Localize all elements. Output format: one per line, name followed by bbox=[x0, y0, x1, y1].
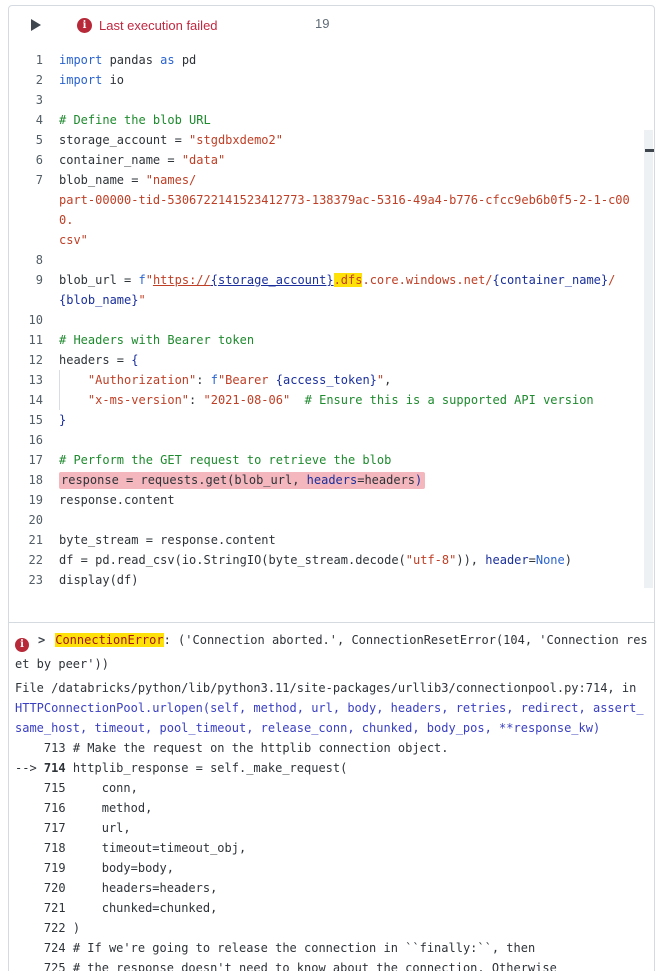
code-line[interactable]: 15} bbox=[9, 410, 640, 430]
line-number: 20 bbox=[9, 510, 59, 530]
code-line[interactable]: 16 bbox=[9, 430, 640, 450]
line-number: 2 bbox=[9, 70, 59, 90]
line-number: 9 bbox=[9, 270, 59, 290]
code-line[interactable]: 14"x-ms-version": "2021-08-06" # Ensure … bbox=[9, 390, 640, 410]
traceback-line: 724 # If we're going to release the conn… bbox=[15, 938, 650, 958]
line-number: 5 bbox=[9, 130, 59, 150]
traceback-line: 721 chunked=chunked, bbox=[15, 898, 650, 918]
line-number: 6 bbox=[9, 150, 59, 170]
run-cell-play-icon[interactable] bbox=[31, 19, 41, 31]
line-number: 14 bbox=[9, 390, 59, 410]
traceback-line: 720 headers=headers, bbox=[15, 878, 650, 898]
traceback-context: 713 # Make the request on the httplib co… bbox=[15, 738, 650, 971]
line-number: 7 bbox=[9, 170, 59, 190]
indent-guide bbox=[59, 370, 88, 390]
indent-guide bbox=[59, 390, 88, 410]
line-number: 19 bbox=[9, 490, 59, 510]
code-line[interactable]: part-00000-tid-5306722141523412773-13837… bbox=[9, 190, 640, 230]
cell-output: i>ConnectionError: ('Connection aborted.… bbox=[9, 622, 654, 971]
line-number: 13 bbox=[9, 370, 59, 390]
code-line[interactable]: csv" bbox=[9, 230, 640, 250]
expand-traceback-chevron-icon[interactable]: > bbox=[38, 633, 45, 647]
traceback-line: 713 # Make the request on the httplib co… bbox=[15, 738, 650, 758]
line-number: 8 bbox=[9, 250, 59, 270]
code-line[interactable]: {blob_name}" bbox=[9, 290, 640, 310]
code-line[interactable]: 2import io bbox=[9, 70, 640, 90]
editor-scrollbar[interactable] bbox=[644, 130, 653, 588]
line-number: 17 bbox=[9, 450, 59, 470]
traceback-line: 725 # the response doesn't need to know … bbox=[15, 958, 650, 971]
code-line[interactable]: 22df = pd.read_csv(io.StringIO(byte_stre… bbox=[9, 550, 640, 570]
code-line[interactable]: 21byte_stream = response.content bbox=[9, 530, 640, 550]
traceback-line: 719 body=body, bbox=[15, 858, 650, 878]
line-number: 23 bbox=[9, 570, 59, 590]
code-line[interactable]: 9blob_url = f"https://{storage_account}.… bbox=[9, 270, 640, 290]
traceback-line: 718 timeout=timeout_obj, bbox=[15, 838, 650, 858]
code-line[interactable]: 12headers = { bbox=[9, 350, 640, 370]
code-line[interactable]: 5storage_account = "stgdbxdemo2" bbox=[9, 130, 640, 150]
traceback-line: 717 url, bbox=[15, 818, 650, 838]
line-number: 18 bbox=[9, 470, 59, 490]
code-line[interactable]: 7blob_name = "names/ bbox=[9, 170, 640, 190]
code-line[interactable]: 8 bbox=[9, 250, 640, 270]
scrollbar-marker bbox=[645, 149, 654, 152]
line-number: 3 bbox=[9, 90, 59, 110]
code-editor[interactable]: 1import pandas as pd2import io34# Define… bbox=[9, 44, 654, 622]
line-number: 21 bbox=[9, 530, 59, 550]
traceback-line: 715 conn, bbox=[15, 778, 650, 798]
error-info-icon: i bbox=[77, 18, 92, 33]
code-line[interactable]: 18response = requests.get(blob_url, head… bbox=[9, 470, 640, 490]
code-line[interactable]: 17# Perform the GET request to retrieve … bbox=[9, 450, 640, 470]
code-line[interactable]: 11# Headers with Bearer token bbox=[9, 330, 640, 350]
code-lines: 1import pandas as pd2import io34# Define… bbox=[9, 50, 640, 590]
line-number bbox=[9, 190, 59, 230]
traceback-file-path: File /databricks/python/lib/python3.11/s… bbox=[15, 681, 644, 695]
error-info-icon: i bbox=[15, 638, 29, 652]
error-highlighted-line: response = requests.get(blob_url, header… bbox=[59, 472, 425, 489]
code-line[interactable]: 4# Define the blob URL bbox=[9, 110, 640, 130]
execution-count: 19 bbox=[315, 16, 329, 31]
code-line[interactable]: 6container_name = "data" bbox=[9, 150, 640, 170]
traceback-function-signature: HTTPConnectionPool.urlopen(self, method,… bbox=[15, 701, 644, 735]
line-number: 12 bbox=[9, 350, 59, 370]
line-number: 1 bbox=[9, 50, 59, 70]
execution-status: i Last execution failed bbox=[77, 18, 218, 33]
code-line[interactable]: 3 bbox=[9, 90, 640, 110]
traceback-line: 722 ) bbox=[15, 918, 650, 938]
line-number bbox=[9, 290, 59, 310]
line-number: 11 bbox=[9, 330, 59, 350]
error-type-highlighted: ConnectionError bbox=[55, 633, 163, 647]
line-number: 22 bbox=[9, 550, 59, 570]
code-line[interactable]: 1import pandas as pd bbox=[9, 50, 640, 70]
error-summary: i>ConnectionError: ('Connection aborted.… bbox=[15, 628, 650, 676]
traceback-frame-header: File /databricks/python/lib/python3.11/s… bbox=[15, 678, 650, 738]
code-line[interactable]: 23display(df) bbox=[9, 570, 640, 590]
code-line[interactable]: 19response.content bbox=[9, 490, 640, 510]
notebook-cell: i Last execution failed 19 1import panda… bbox=[8, 5, 655, 971]
code-line[interactable]: 10 bbox=[9, 310, 640, 330]
line-number: 4 bbox=[9, 110, 59, 130]
line-number: 10 bbox=[9, 310, 59, 330]
line-number bbox=[9, 230, 59, 250]
code-line[interactable]: 20 bbox=[9, 510, 640, 530]
traceback-line: 716 method, bbox=[15, 798, 650, 818]
line-number: 15 bbox=[9, 410, 59, 430]
code-line[interactable]: 13"Authorization": f"Bearer {access_toke… bbox=[9, 370, 640, 390]
cell-header: i Last execution failed 19 bbox=[9, 6, 654, 44]
status-text: Last execution failed bbox=[99, 18, 218, 33]
line-number: 16 bbox=[9, 430, 59, 450]
traceback-line: --> 714 httplib_response = self._make_re… bbox=[15, 758, 650, 778]
